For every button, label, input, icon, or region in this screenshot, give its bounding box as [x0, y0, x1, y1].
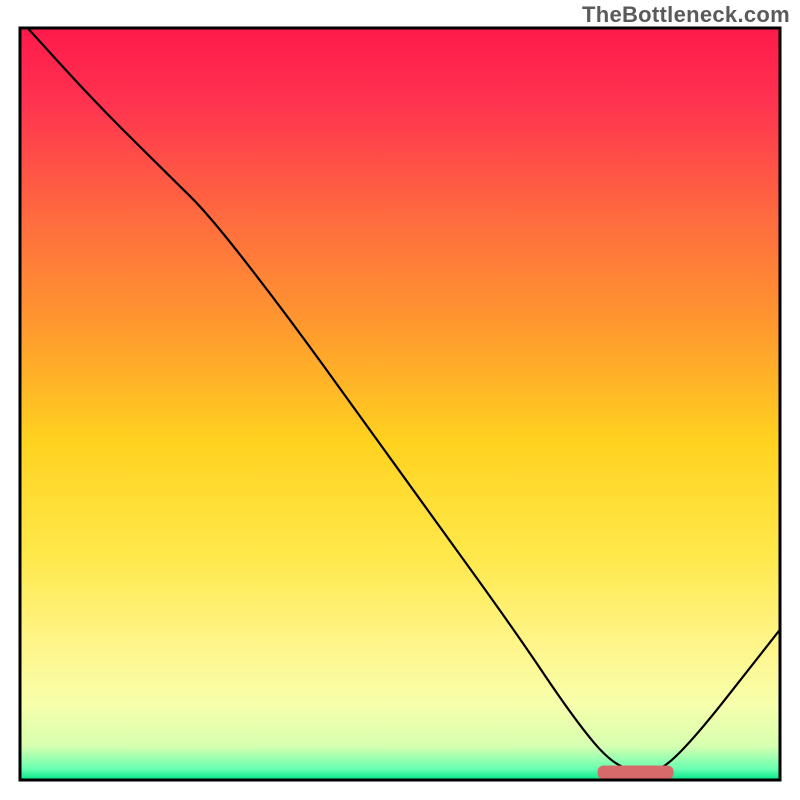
chart-container: TheBottleneck.com [0, 0, 800, 800]
bottleneck-chart [0, 0, 800, 800]
optimal-marker [598, 766, 674, 780]
watermark-text: TheBottleneck.com [582, 2, 790, 28]
